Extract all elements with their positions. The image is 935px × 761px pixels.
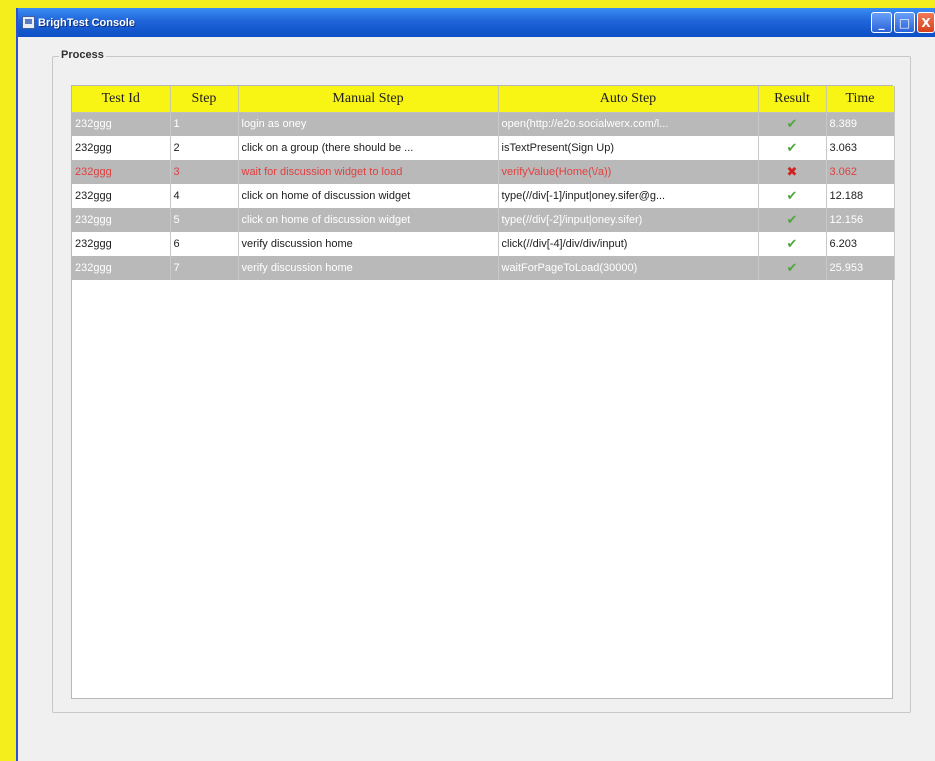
manual-step-cell: wait for discussion widget to load (238, 160, 499, 184)
close-button[interactable]: X (917, 12, 935, 33)
result-cell: ✔ (758, 208, 827, 232)
time-cell: 6.203 (826, 232, 895, 256)
column-header-result[interactable]: Result (758, 86, 827, 113)
column-header-step[interactable]: Step (170, 86, 239, 113)
check-icon: ✔ (786, 236, 798, 251)
table-row[interactable]: 232ggg 5 click on home of discussion widge… (72, 208, 895, 232)
table-header-row: Test Id Step Manual Step Auto Step Resul… (72, 86, 895, 113)
result-cell: ✔ (758, 256, 827, 280)
auto-step-cell: type(//div[-2]/input|oney.sifer) (498, 208, 759, 232)
window-controls: _ □ X (871, 12, 935, 33)
auto-step-cell: verifyValue(Home(\/a)) (498, 160, 759, 184)
results-table-panel[interactable]: Test Id Step Manual Step Auto Step Resul… (71, 85, 895, 699)
check-icon: ✔ (786, 188, 798, 203)
manual-step-cell: verify discussion home (238, 256, 499, 280)
result-cell: ✔ (758, 232, 827, 256)
test-id-cell: 232ggg (72, 136, 171, 160)
table-body: 232ggg 1 login as oney open(http://e2o.soci… (72, 112, 895, 280)
test-id-cell: 232ggg (72, 232, 171, 256)
table-row[interactable]: 232ggg 3 wait for discussion widget to loa… (72, 160, 895, 184)
time-cell: 25.953 (826, 256, 895, 280)
process-group: Process Test Id Step Manual Step Auto St… (52, 49, 911, 713)
test-id-cell: 232ggg (72, 256, 171, 280)
title-bar[interactable]: BrighTest Console _ □ X (18, 8, 935, 37)
manual-step-cell: verify discussion home (238, 232, 499, 256)
result-cell: ✔ (758, 184, 827, 208)
process-group-label: Process (59, 49, 106, 61)
result-cell: ✔ (758, 112, 827, 136)
table-row[interactable]: 232ggg 6 verify discussion home click(//div… (72, 232, 895, 256)
step-cell: 4 (170, 184, 239, 208)
auto-step-cell: open(http://e2o.socialwerx.com/l... (498, 112, 759, 136)
window-title: BrighTest Console (38, 16, 135, 29)
test-id-cell: 232ggg (72, 112, 171, 136)
manual-step-cell: login as oney (238, 112, 499, 136)
test-id-cell: 232ggg (72, 208, 171, 232)
maximize-button[interactable]: □ (894, 12, 915, 33)
step-cell: 6 (170, 232, 239, 256)
app-window-icon (22, 16, 35, 29)
check-icon: ✔ (786, 260, 798, 275)
table-row[interactable]: 232ggg 4 click on home of discussion widge… (72, 184, 895, 208)
table-row[interactable]: 232ggg 7 verify discussion home waitForPage… (72, 256, 895, 280)
step-cell: 3 (170, 160, 239, 184)
check-icon: ✔ (786, 212, 798, 227)
auto-step-cell: isTextPresent(Sign Up) (498, 136, 759, 160)
cross-icon: ✖ (786, 164, 798, 179)
step-cell: 1 (170, 112, 239, 136)
manual-step-cell: click on home of discussion widget (238, 208, 499, 232)
time-cell: 12.188 (826, 184, 895, 208)
test-id-cell: 232ggg (72, 184, 171, 208)
auto-step-cell: type(//div[-1]/input|oney.sifer@g... (498, 184, 759, 208)
table-row[interactable]: 232ggg 2 click on a group (there should be… (72, 136, 895, 160)
console-window: BrighTest Console _ □ X Process Test Id … (16, 8, 935, 761)
result-cell: ✖ (758, 160, 827, 184)
column-header-auto-step[interactable]: Auto Step (498, 86, 759, 113)
auto-step-cell: waitForPageToLoad(30000) (498, 256, 759, 280)
test-id-cell: 232ggg (72, 160, 171, 184)
auto-step-cell: click(//div[-4]/div/div/input) (498, 232, 759, 256)
time-cell: 3.062 (826, 160, 895, 184)
time-cell: 8.389 (826, 112, 895, 136)
result-cell: ✔ (758, 136, 827, 160)
check-icon: ✔ (786, 116, 798, 132)
step-cell: 5 (170, 208, 239, 232)
time-cell: 12.156 (826, 208, 895, 232)
manual-step-cell: click on home of discussion widget (238, 184, 499, 208)
check-icon: ✔ (786, 140, 798, 155)
time-cell: 3.063 (826, 136, 895, 160)
column-header-manual-step[interactable]: Manual Step (238, 86, 499, 113)
minimize-button[interactable]: _ (871, 12, 892, 33)
column-header-time[interactable]: Time (826, 86, 895, 113)
step-cell: 2 (170, 136, 239, 160)
table-row[interactable]: 232ggg 1 login as oney open(http://e2o.soci… (72, 112, 895, 136)
column-header-test-id[interactable]: Test Id (72, 86, 171, 113)
manual-step-cell: click on a group (there should be ... (238, 136, 499, 160)
step-cell: 7 (170, 256, 239, 280)
results-table: Test Id Step Manual Step Auto Step Resul… (72, 86, 895, 280)
